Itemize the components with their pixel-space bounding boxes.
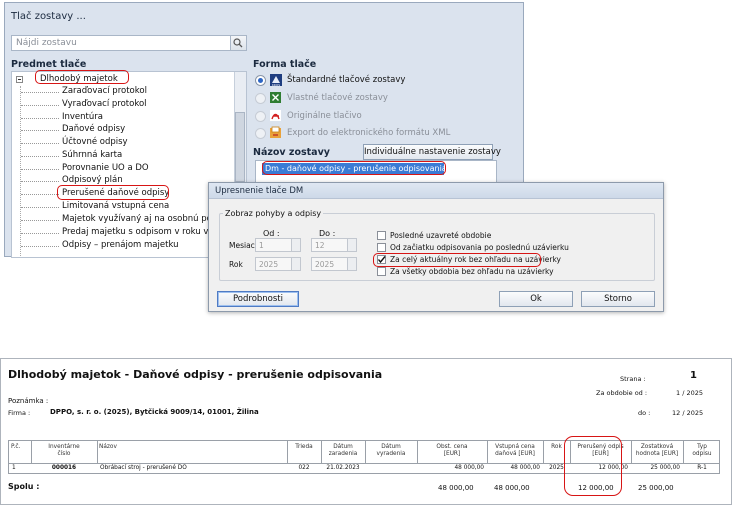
option-standard-label: Štandardné tlačové zostavy [287, 75, 406, 85]
tree-item[interactable]: Zaraďovací protokol [62, 86, 147, 96]
individual-settings-button[interactable]: Individuálne nastavenie zostavy [363, 144, 501, 160]
spinner-arrows-icon [347, 239, 356, 251]
rok-do-spinner[interactable]: 2025 [311, 257, 357, 271]
table-cell: R-1 [697, 465, 707, 471]
checkbox-posledne[interactable] [377, 231, 386, 240]
search-icon [233, 38, 243, 48]
rok-od-spinner[interactable]: 2025 [255, 257, 301, 271]
column-header: Typ odpisu [692, 444, 712, 457]
window-title: Tlač zostavy ... [11, 11, 86, 22]
spinner-arrows-icon [291, 258, 300, 270]
do-label: Do : [319, 229, 336, 238]
highlight-prerusene [57, 185, 169, 200]
total-vstupna: 48 000,00 [494, 484, 530, 492]
option-custom-label: Vlastné tlačové zostavy [287, 93, 388, 103]
checkbox-vsetky-label: Za všetky obdobia bez ohľadu na uzávierk… [390, 267, 554, 276]
table-cell: 1 [12, 465, 16, 471]
predmet-label: Predmet tlače [11, 59, 87, 70]
svg-text:KROS: KROS [272, 83, 280, 87]
option-original-label: Originálne tlačivo [287, 111, 362, 121]
tree-item[interactable]: Porovnanie UO a DO [62, 163, 149, 173]
pdf-icon [269, 109, 281, 121]
firma-label: Firma : [8, 409, 31, 417]
strana-label: Strana : [620, 375, 646, 383]
mesiac-od-spinner[interactable]: 1 [255, 238, 301, 252]
table-cell: 25 000,00 [650, 465, 680, 471]
column-header: Dátum zaradenia [328, 444, 358, 457]
do-value: 12 / 2025 [672, 409, 704, 417]
spinner-arrows-icon [347, 258, 356, 270]
table-cell: 21.02.2023 [326, 465, 360, 471]
radio-xml[interactable] [255, 128, 266, 139]
tree-item[interactable]: Majetok využívaný aj na osobnú potreb [62, 214, 229, 224]
radio-standard[interactable] [255, 75, 266, 86]
column-header: P.č. [11, 444, 21, 450]
checkbox-posledne-label: Posledné uzavreté obdobie [390, 231, 492, 240]
tree-item[interactable]: Daňové odpisy [62, 124, 125, 134]
option-xml-label: Export do elektronického formátu XML [287, 128, 451, 138]
total-obst: 48 000,00 [438, 484, 474, 492]
highlight-preruseny-column [564, 436, 622, 496]
tree-item[interactable]: Odpisy – prenájom majetku [62, 240, 179, 250]
od-label: Od : [263, 229, 280, 238]
tree-item[interactable]: Súhrnná karta [62, 150, 122, 160]
refine-dialog: Upresnenie tlače DM Zobraz pohyby a odpi… [208, 182, 664, 312]
tree-item[interactable]: Odpisový plán [62, 175, 123, 185]
obdobie-od-value: 1 / 2025 [676, 389, 703, 397]
column-header: Trieda [295, 444, 313, 450]
tree-item[interactable]: Vyraďovací protokol [62, 99, 147, 109]
checkbox-od-zaciatku-label: Od začiatku odpisovania po poslednú uzáv… [390, 243, 569, 252]
firma-value: DPPO, s. r. o. (2025), Bytčická 9009/14,… [50, 408, 259, 416]
excel-icon [269, 91, 281, 103]
total-label: Spolu : [8, 482, 40, 491]
storno-button[interactable]: Storno [581, 291, 655, 307]
table-cell: 48 000,00 [454, 465, 484, 471]
column-header: Obst. cena [EUR] [436, 444, 468, 457]
highlight-root [35, 70, 129, 84]
radio-original[interactable] [255, 111, 266, 122]
tree-scroll-thumb[interactable] [235, 112, 245, 182]
report-title: Dlhodobý majetok - Daňové odpisy - preru… [8, 368, 383, 381]
radio-custom[interactable] [255, 93, 266, 104]
nazov-label: Názov zostavy [253, 147, 330, 158]
column-header: Dátum vyradenia [376, 444, 406, 457]
total-zostatkova: 25 000,00 [638, 484, 674, 492]
search-placeholder: Nájdi zostavu [16, 38, 77, 48]
podrobnosti-button[interactable]: Podrobnosti [217, 291, 299, 307]
table-cell: 022 [298, 465, 310, 471]
mesiac-do-spinner[interactable]: 12 [311, 238, 357, 252]
ok-button[interactable]: Ok [499, 291, 573, 307]
forma-label: Forma tlače [253, 59, 317, 70]
highlight-checkbox [373, 253, 541, 267]
column-header: Názov [99, 444, 117, 450]
mesiac-label: Mesiac [229, 241, 255, 250]
checkbox-od-zaciatku[interactable] [377, 243, 386, 252]
tree-item[interactable]: Inventúra [62, 112, 103, 122]
collapse-toggle-icon[interactable] [16, 76, 23, 83]
report-search-input[interactable]: Nájdi zostavu [11, 35, 247, 51]
search-button[interactable] [230, 36, 246, 50]
strana-value: 1 [690, 370, 697, 381]
table-cell: Obrábací stroj - prerušené DO [100, 465, 187, 471]
checkbox-vsetky[interactable] [377, 267, 386, 276]
dialog-title: Upresnenie tlače DM [209, 183, 663, 199]
column-header: Zostatková hodnota [EUR] [635, 444, 679, 457]
column-header: Inventárne číslo [48, 444, 80, 457]
obdobie-od-label: Za obdobie od : [596, 389, 648, 397]
tree-item[interactable]: Účtovné odpisy [62, 137, 128, 147]
xml-export-icon [269, 126, 281, 138]
column-header: Vstupná cena daňová [EUR] [495, 444, 535, 457]
spinner-arrows-icon [291, 239, 300, 251]
table-cell: 48 000,00 [510, 465, 540, 471]
do-label: do : [638, 409, 651, 417]
group-title: Zobraz pohyby a odpisy [223, 209, 324, 218]
logo-icon: KROS [269, 73, 282, 87]
tree-item[interactable]: Limitovaná vstupná cena [62, 201, 169, 211]
poznamka-label: Poznámka : [8, 397, 49, 405]
highlight-selected-report [262, 161, 446, 175]
table-cell: 000016 [51, 465, 77, 471]
rok-label: Rok [229, 260, 243, 269]
